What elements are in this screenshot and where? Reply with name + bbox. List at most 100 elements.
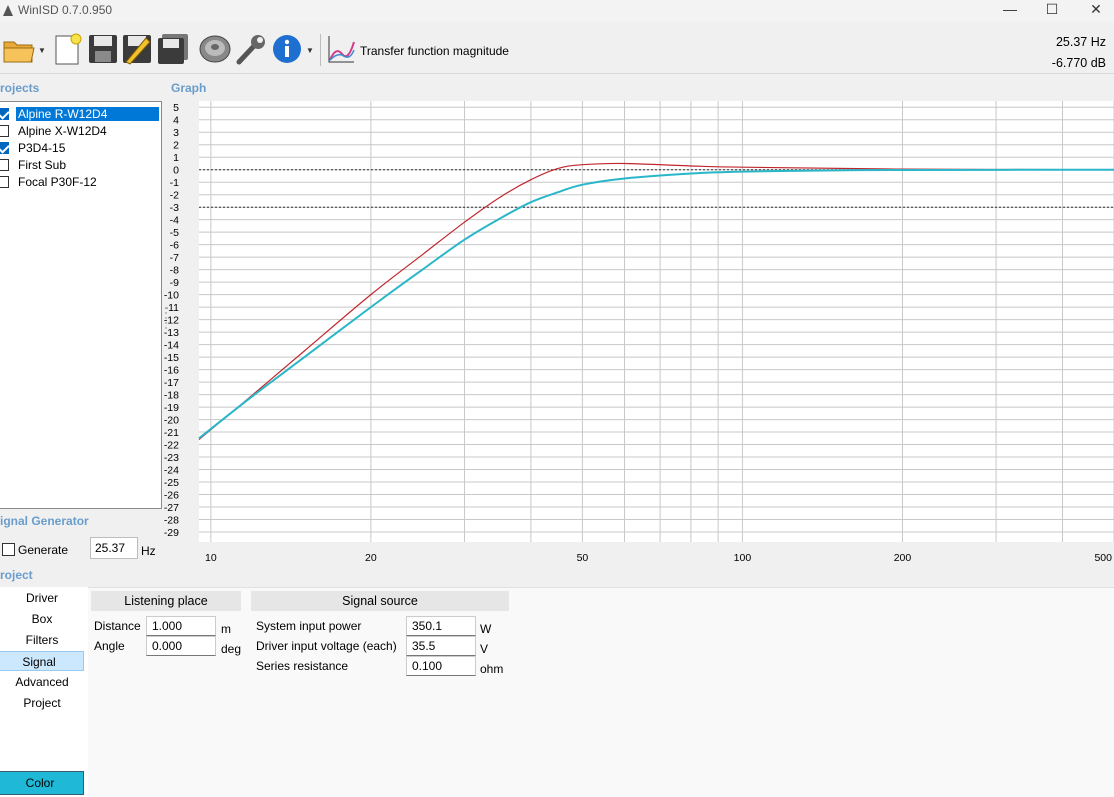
project-tabs: Driver Box Filters Signal Advanced Proje… [0, 587, 88, 797]
driver-input-voltage-label: Driver input voltage (each) [256, 639, 397, 653]
signal-generator: Generate 25.37 Hz [0, 537, 165, 559]
project-item-alpine-x[interactable]: Alpine X-W12D4 [0, 122, 160, 139]
close-button[interactable]: ✕ [1076, 0, 1114, 22]
driver-icon[interactable] [198, 32, 232, 66]
project-checkbox[interactable] [0, 108, 9, 120]
project-checkbox[interactable] [0, 142, 9, 154]
save-all-icon[interactable] [156, 32, 190, 66]
x-tick-label: 500 [1094, 552, 1112, 564]
minimize-button[interactable]: — [990, 0, 1030, 22]
y-tick-label: 2 [173, 140, 179, 152]
project-name: Alpine R-W12D4 [16, 107, 159, 121]
y-tick-label: 1 [173, 152, 179, 164]
project-name: Focal P30F-12 [18, 175, 97, 189]
y-tick-label: -21 [164, 427, 179, 439]
y-tick-label: -3 [170, 202, 179, 214]
tab-advanced[interactable]: Advanced [0, 672, 84, 692]
project-checkbox[interactable] [0, 176, 9, 188]
tab-box[interactable]: Box [0, 609, 84, 629]
project-item-alpine-r[interactable]: Alpine R-W12D4 [0, 105, 160, 122]
series-resistance-label: Series resistance [256, 659, 349, 673]
value-readout: -6.770 dB [1051, 56, 1106, 70]
open-dropdown-icon[interactable]: ▼ [38, 46, 46, 55]
tab-driver[interactable]: Driver [0, 588, 84, 608]
system-input-power-unit: W [480, 622, 492, 636]
project-checkbox[interactable] [0, 125, 9, 137]
y-tick-label: -15 [164, 352, 179, 364]
x-tick-label: 20 [365, 552, 377, 564]
y-tick-label: -9 [170, 277, 179, 289]
y-tick-label: -8 [170, 265, 179, 277]
y-tick-label: -13 [164, 327, 179, 339]
y-tick-label: 4 [173, 115, 179, 127]
x-tick-labels: 10 20 50 100 200 500 [205, 552, 1112, 564]
y-tick-label: -29 [164, 527, 179, 539]
tab-project[interactable]: Project [0, 693, 84, 713]
y-tick-labels: 543210-1-2-3-4-5-6-7-8-9-10-11-12-13-14-… [164, 102, 179, 539]
distance-label: Distance [94, 619, 141, 633]
plot-area[interactable] [199, 101, 1114, 542]
project-name: Alpine X-W12D4 [18, 124, 107, 138]
wrench-icon[interactable] [234, 32, 268, 66]
angle-input[interactable]: 0.000 [146, 636, 216, 656]
projects-section-label: rojects [0, 81, 40, 95]
x-tick-label: 50 [577, 552, 589, 564]
color-button[interactable]: Color [0, 771, 84, 795]
edit-icon[interactable] [120, 32, 154, 66]
y-tick-label: -23 [164, 452, 179, 464]
new-project-icon[interactable] [52, 32, 86, 66]
system-input-power-input[interactable]: 350.1 [406, 616, 476, 636]
project-name: First Sub [18, 158, 67, 172]
info-icon[interactable] [270, 32, 304, 66]
project-section-label: roject [0, 568, 33, 582]
y-tick-label: 5 [173, 102, 179, 114]
graph-type-icon[interactable] [326, 32, 356, 66]
series-resistance-input[interactable]: 0.100 [406, 656, 476, 676]
system-input-power-label: System input power [256, 619, 362, 633]
signal-generator-section-label: ignal Generator [0, 514, 89, 528]
listening-place-header: Listening place [91, 591, 241, 611]
projects-list[interactable]: Alpine R-W12D4 Alpine X-W12D4 P3D4-15 Fi… [0, 101, 162, 509]
toolbar-separator [320, 34, 321, 66]
tab-signal[interactable]: Signal [0, 651, 84, 671]
generator-frequency-input[interactable]: 25.37 [90, 537, 138, 559]
project-item-p3d4[interactable]: P3D4-15 [0, 139, 160, 156]
toolbar: ▼ ▼ Transfer function magnitude 25.37 Hz… [0, 26, 1114, 74]
info-dropdown-icon[interactable]: ▼ [306, 46, 314, 55]
y-tick-label: 3 [173, 127, 179, 139]
driver-input-voltage-input[interactable]: 35.5 [406, 636, 476, 656]
x-tick-label: 200 [894, 552, 912, 564]
y-tick-label: -10 [164, 290, 179, 302]
open-folder-icon[interactable] [2, 32, 36, 66]
y-tick-label: -16 [164, 365, 179, 377]
window-title: WinISD 0.7.0.950 [18, 3, 113, 17]
angle-label: Angle [94, 639, 125, 653]
series-resistance-unit: ohm [480, 662, 504, 676]
distance-input[interactable]: 1.000 [146, 616, 216, 636]
generate-label[interactable]: Generate [18, 543, 68, 557]
y-tick-label: -22 [164, 440, 179, 452]
project-item-first-sub[interactable]: First Sub [0, 156, 160, 173]
x-tick-label: 100 [734, 552, 752, 564]
project-checkbox[interactable] [0, 159, 9, 171]
distance-unit: m [221, 622, 231, 636]
graph-type-label[interactable]: Transfer function magnitude [360, 44, 509, 58]
app-icon [3, 5, 13, 16]
y-tick-label: -5 [170, 227, 179, 239]
y-tick-label: -26 [164, 490, 179, 502]
y-tick-label: -14 [164, 340, 179, 352]
maximize-button[interactable]: ☐ [1032, 0, 1072, 22]
save-icon[interactable] [86, 32, 120, 66]
y-tick-label: -25 [164, 477, 179, 489]
project-name: P3D4-15 [18, 141, 66, 155]
title-bar: WinISD 0.7.0.950 — ☐ ✕ [0, 0, 1114, 22]
y-tick-label: -27 [164, 502, 179, 514]
y-tick-label: -12 [164, 315, 179, 327]
tab-filters[interactable]: Filters [0, 630, 84, 650]
transfer-function-graph[interactable]: 543210-1-2-3-4-5-6-7-8-9-10-11-12-13-14-… [160, 95, 1114, 569]
generate-checkbox[interactable] [2, 543, 15, 556]
x-tick-label: 10 [205, 552, 217, 564]
graph-section-label: Graph [171, 81, 207, 95]
project-item-focal[interactable]: Focal P30F-12 [0, 173, 160, 190]
y-tick-label: -4 [170, 215, 179, 227]
